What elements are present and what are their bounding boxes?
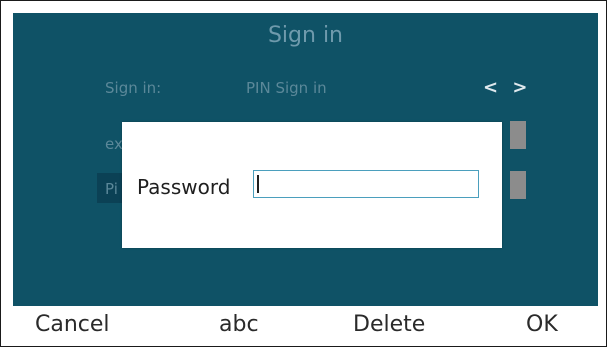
pin-label: Pi <box>105 180 118 198</box>
extension-label: ex <box>105 135 123 153</box>
password-label: Password <box>137 175 231 199</box>
softkey-bar: Cancel abc Delete OK <box>13 306 598 346</box>
pin-field[interactable] <box>510 171 526 199</box>
text-caret <box>257 175 259 193</box>
left-right-arrows-icon[interactable]: < > <box>483 77 531 98</box>
password-dialog: Password <box>122 122 502 248</box>
abc-softkey[interactable]: abc <box>219 312 259 337</box>
extension-field[interactable] <box>510 121 526 149</box>
phone-display-frame: Sign in Sign in: PIN Sign in < > ex Pi P… <box>0 0 607 347</box>
password-input[interactable] <box>253 170 479 198</box>
sign-in-mode-label: Sign in: <box>105 79 162 97</box>
delete-softkey[interactable]: Delete <box>353 312 425 337</box>
cancel-softkey[interactable]: Cancel <box>35 312 110 337</box>
ok-softkey[interactable]: OK <box>526 312 558 337</box>
sign-in-mode-value[interactable]: PIN Sign in <box>246 79 327 97</box>
screen-title: Sign in <box>267 23 344 48</box>
